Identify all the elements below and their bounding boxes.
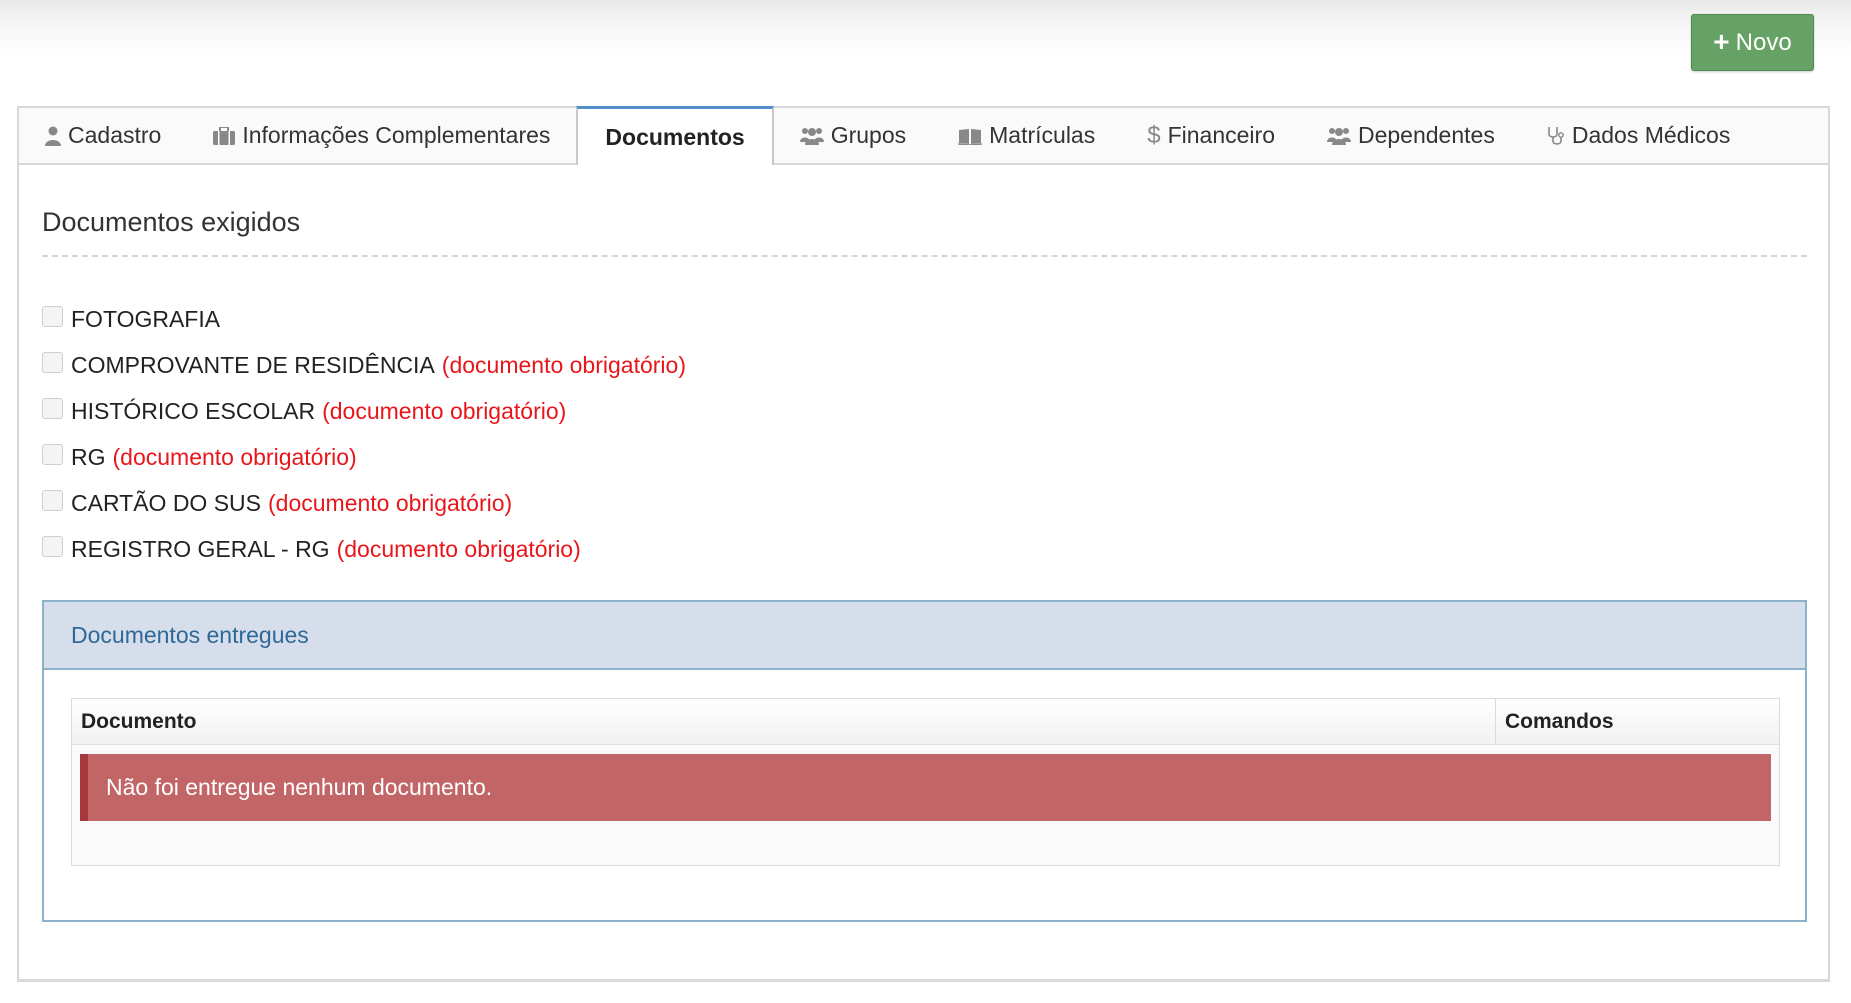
table-header: Documento Comandos: [72, 699, 1779, 745]
tab-dependentes[interactable]: Dependentes: [1301, 108, 1521, 163]
doc-checkbox[interactable]: [42, 489, 63, 511]
users-icon: [799, 127, 824, 145]
list-item: REGISTRO GERAL - RG (documento obrigatór…: [42, 526, 686, 572]
doc-label: CARTÃO DO SUS: [71, 489, 261, 516]
tab-informacoes-complementares[interactable]: Informações Complementares: [187, 108, 576, 163]
list-item: FOTOGRAFIA: [42, 296, 686, 342]
tab-matriculas[interactable]: Matrículas: [932, 108, 1121, 163]
tab-dados-medicos[interactable]: Dados Médicos: [1521, 108, 1757, 163]
list-item: HISTÓRICO ESCOLAR (documento obrigatório…: [42, 388, 686, 434]
doc-label: REGISTRO GERAL - RG: [71, 535, 330, 562]
doc-checkbox[interactable]: [42, 397, 63, 419]
required-note: (documento obrigatório): [441, 351, 686, 378]
column-header-comandos: Comandos: [1505, 709, 1614, 733]
tab-label: Cadastro: [68, 122, 162, 148]
plus-icon: +: [1713, 25, 1730, 57]
panel-bottom-edge: [17, 979, 1830, 982]
list-item: RG (documento obrigatório): [42, 434, 686, 480]
tab-cadastro[interactable]: Cadastro: [19, 108, 187, 163]
delivered-docs-table: Documento Comandos Não foi entregue nenh…: [71, 698, 1780, 866]
briefcase-icon: [213, 126, 236, 145]
tab-financeiro[interactable]: $ Financeiro: [1121, 108, 1301, 163]
section-divider: [42, 255, 1807, 257]
tab-label: Matrículas: [989, 122, 1096, 148]
delivered-docs-title: Documentos entregues: [44, 602, 1805, 670]
list-item: COMPROVANTE DE RESIDÊNCIA (documento obr…: [42, 342, 686, 388]
tab-label: Dependentes: [1357, 122, 1495, 148]
stethoscope-icon: [1547, 126, 1565, 146]
required-docs-list: FOTOGRAFIA COMPROVANTE DE RESIDÊNCIA (do…: [42, 296, 686, 572]
tab-label: Documentos: [605, 123, 745, 150]
top-bar: [0, 0, 1851, 80]
doc-checkbox[interactable]: [42, 535, 63, 557]
delivered-docs-panel: Documentos entregues Documento Comandos …: [42, 600, 1807, 922]
column-header-documento: Documento: [72, 699, 1496, 744]
required-docs-title: Documentos exigidos: [42, 207, 301, 237]
users-icon: [1326, 127, 1351, 145]
tab-label: Financeiro: [1167, 122, 1275, 148]
book-icon: [958, 127, 983, 145]
doc-checkbox[interactable]: [42, 351, 63, 373]
tab-label: Informações Complementares: [242, 122, 551, 148]
user-icon: [45, 126, 61, 146]
required-note: (documento obrigatório): [112, 443, 357, 470]
required-note: (documento obrigatório): [336, 535, 581, 562]
doc-checkbox[interactable]: [42, 305, 63, 327]
tab-label: Grupos: [830, 122, 907, 148]
doc-checkbox[interactable]: [42, 443, 63, 465]
doc-label: COMPROVANTE DE RESIDÊNCIA: [71, 351, 435, 378]
tab-grupos[interactable]: Grupos: [774, 108, 932, 163]
new-button[interactable]: + Novo: [1691, 14, 1814, 71]
tab-documentos[interactable]: Documentos: [576, 106, 774, 165]
new-button-label: Novo: [1735, 28, 1792, 56]
required-note: (documento obrigatório): [322, 397, 567, 424]
doc-label: RG: [71, 443, 106, 470]
doc-label: FOTOGRAFIA: [71, 305, 221, 332]
list-item: CARTÃO DO SUS (documento obrigatório): [42, 480, 686, 526]
required-note: (documento obrigatório): [268, 489, 513, 516]
empty-alert: Não foi entregue nenhum documento.: [80, 754, 1771, 821]
tab-label: Dados Médicos: [1571, 122, 1731, 148]
dollar-icon: $: [1147, 121, 1161, 149]
doc-label: HISTÓRICO ESCOLAR: [71, 397, 316, 424]
tab-bar: Cadastro Informações Complementares Docu…: [17, 106, 1830, 165]
